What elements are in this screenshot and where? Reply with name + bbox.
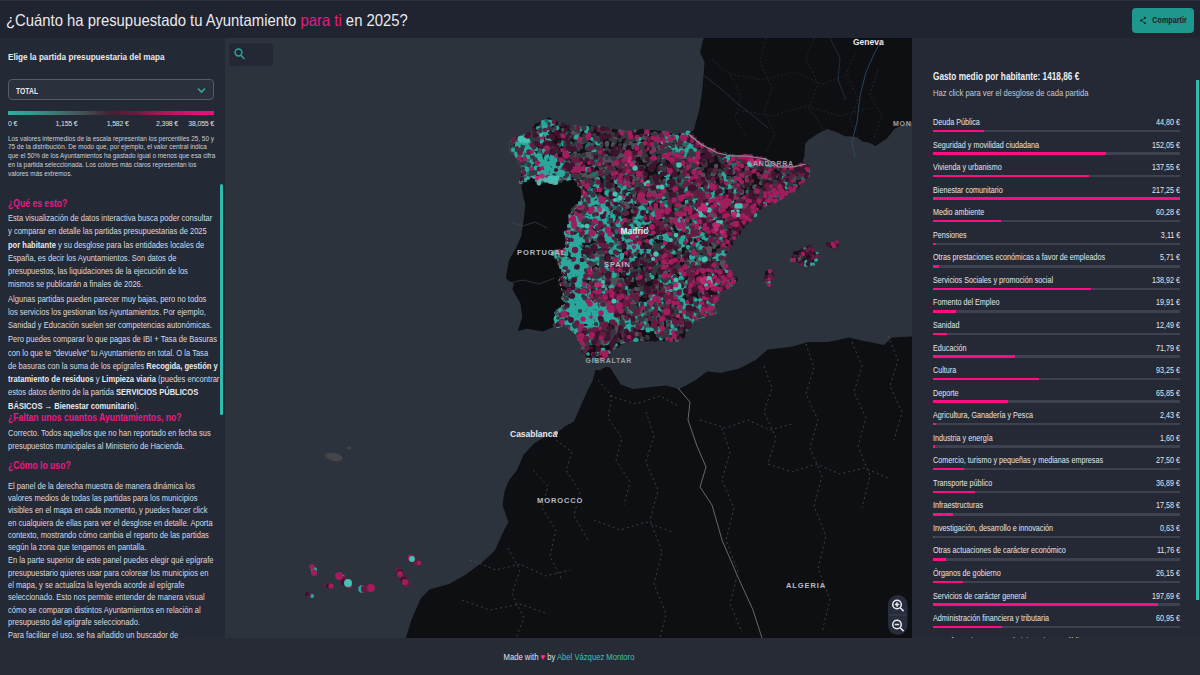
svg-text:MONA: MONA	[893, 120, 912, 127]
svg-text:PORTUGAL: PORTUGAL	[517, 248, 566, 257]
svg-text:ALGERIA: ALGERIA	[786, 581, 826, 590]
svg-text:Madrid: Madrid	[621, 226, 649, 236]
svg-text:MOROCCO: MOROCCO	[537, 496, 583, 505]
svg-text:SPAIN: SPAIN	[604, 260, 631, 269]
svg-text:Geneva: Geneva	[853, 38, 884, 47]
svg-text:GIBRALTAR: GIBRALTAR	[586, 357, 632, 364]
svg-text:Casablanca: Casablanca	[510, 429, 558, 439]
svg-text:ANDORRA: ANDORRA	[753, 160, 794, 167]
